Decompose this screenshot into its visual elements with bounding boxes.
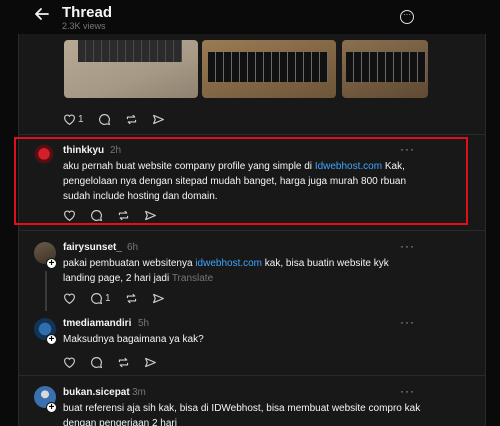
share-icon[interactable] (144, 356, 157, 369)
back-arrow-icon[interactable] (34, 6, 50, 27)
timestamp: 5h (138, 318, 150, 329)
post-images (64, 34, 428, 98)
repost-icon[interactable] (117, 356, 130, 369)
username[interactable]: tmediamandiri (63, 318, 131, 329)
repost-icon[interactable] (125, 113, 138, 126)
highlight-box (14, 137, 468, 225)
username[interactable]: fairysunset_ (63, 242, 122, 253)
divider (18, 230, 486, 231)
username[interactable]: bukan.sicepat (63, 387, 130, 398)
repost-icon[interactable] (125, 292, 138, 305)
view-count: 2.3K views (62, 21, 106, 31)
timestamp: 6h (127, 242, 139, 253)
comment-icon[interactable] (90, 356, 103, 369)
post-image[interactable] (64, 40, 198, 98)
thread-line (45, 271, 47, 311)
plus-icon[interactable]: + (46, 334, 57, 345)
header: Thread 2.3K views ··· (0, 0, 500, 34)
timestamp: 3m (132, 387, 146, 398)
plus-icon[interactable]: + (46, 402, 57, 413)
heart-icon[interactable] (63, 113, 76, 126)
post-image[interactable] (202, 40, 336, 98)
heart-icon[interactable] (63, 292, 76, 305)
post-link[interactable]: idwebhost.com (195, 258, 262, 269)
divider (18, 375, 486, 376)
right-margin (486, 0, 500, 426)
page-title: Thread (62, 4, 113, 21)
reply-count: 1 (105, 292, 111, 304)
translate-link[interactable]: Translate (172, 273, 213, 284)
top-post-actions: 1 (63, 112, 165, 126)
comment-icon[interactable] (98, 113, 111, 126)
laptop-keyboard (208, 52, 328, 82)
heart-icon[interactable] (63, 356, 76, 369)
post-actions (63, 355, 157, 369)
share-icon[interactable] (152, 292, 165, 305)
post-image[interactable] (342, 40, 428, 98)
more-icon[interactable]: ··· (400, 384, 415, 398)
laptop-keyboard (346, 52, 426, 82)
more-icon[interactable]: ··· (400, 10, 414, 24)
laptop-keyboard (78, 40, 182, 62)
comment-icon[interactable] (90, 292, 103, 305)
more-icon[interactable]: ··· (400, 239, 415, 253)
post-text: buat referensi aja sih kak, bisa di IDWe… (63, 403, 421, 426)
more-icon[interactable]: ··· (400, 315, 415, 329)
like-count: 1 (78, 113, 84, 125)
thread-page: Thread 2.3K views ··· 1 thinkkyu 2h ··· … (0, 0, 500, 426)
text-part: pakai pembuatan websitenya (63, 258, 196, 269)
post-text: Maksudnya bagaimana ya kak? (63, 334, 204, 345)
divider (18, 134, 486, 135)
plus-icon[interactable]: + (46, 258, 57, 269)
post-text: pakai pembuatan websitenya idwebhost.com… (63, 256, 403, 286)
share-icon[interactable] (152, 113, 165, 126)
post-actions: 1 (63, 291, 165, 305)
